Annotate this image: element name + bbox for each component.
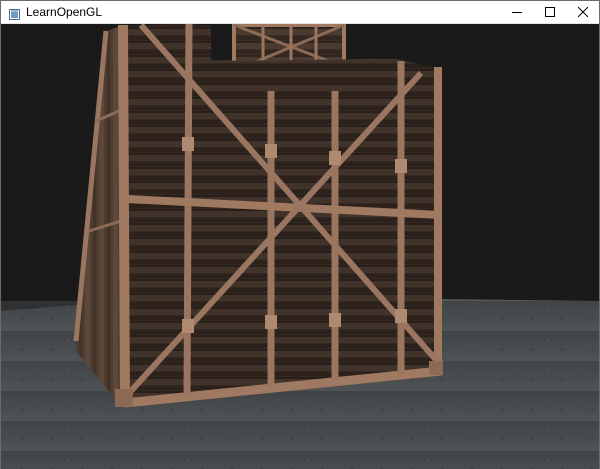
maximize-icon: [544, 7, 555, 17]
window-title: LearnOpenGL: [26, 5, 103, 19]
scene-render: [1, 24, 599, 469]
maximize-button[interactable]: [533, 1, 566, 23]
close-icon: [577, 7, 588, 17]
minimize-icon: [511, 12, 522, 13]
wooden-crate-large: [73, 24, 443, 408]
app-window: LearnOpenGL: [0, 0, 600, 469]
window-controls: [500, 1, 599, 23]
minimize-button[interactable]: [500, 1, 533, 23]
opengl-viewport[interactable]: [1, 24, 599, 469]
close-button[interactable]: [566, 1, 599, 23]
opengl-window-icon: [9, 7, 20, 20]
title-bar[interactable]: LearnOpenGL: [1, 1, 599, 24]
